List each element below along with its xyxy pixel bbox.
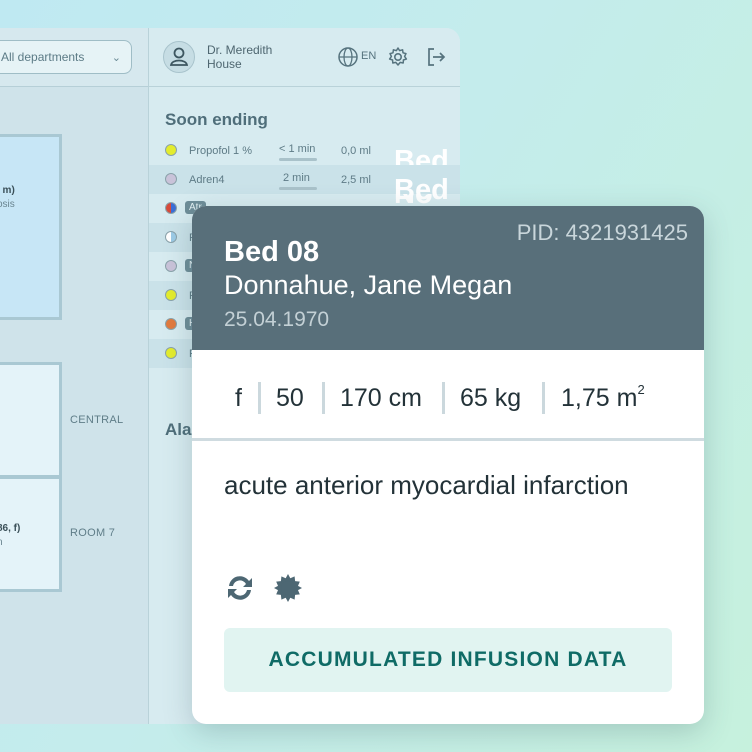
volume: 0,0 ml bbox=[341, 145, 371, 157]
globe-icon bbox=[338, 47, 358, 67]
infusion-row[interactable]: Propofol 1 % < 1 min 0,0 ml Bed No 04 bbox=[149, 136, 460, 243]
department-select-value: All departments bbox=[1, 50, 85, 64]
drug-color-dot bbox=[165, 231, 177, 243]
drug-color-dot bbox=[165, 260, 177, 272]
patient-height: 170 cm bbox=[340, 384, 422, 412]
sync-icon[interactable] bbox=[224, 572, 256, 604]
room-bed-diagnosis: n bbox=[0, 537, 3, 548]
time-remaining-bar bbox=[279, 158, 317, 161]
stat-divider bbox=[542, 382, 545, 414]
drug-color-dot bbox=[165, 347, 177, 359]
patient-age: 50 bbox=[276, 384, 304, 412]
user-bar: Dr. Meredith House EN bbox=[149, 28, 460, 87]
patient-id: PID: 4321931425 bbox=[516, 220, 688, 245]
drug-name: Propofol 1 % bbox=[189, 145, 252, 157]
language-toggle[interactable]: EN bbox=[337, 46, 376, 73]
room-label-central: CENTRAL bbox=[70, 414, 124, 426]
soon-ending-title: Soon ending bbox=[165, 110, 268, 129]
patient-weight: 65 kg bbox=[460, 384, 522, 412]
drug-name: Adren4 bbox=[189, 174, 225, 186]
ward-overview: All departments ⌄ , m) osis 86, f) n CEN… bbox=[0, 28, 148, 724]
user-name: Dr. Meredith House bbox=[207, 43, 273, 71]
room-bed-patient: 86, f) bbox=[0, 523, 21, 534]
infusion-row[interactable]: Adren4 2 min 2,5 ml Bed No 06 bbox=[149, 165, 460, 272]
drug-color-dot bbox=[165, 173, 177, 185]
room-bed-diagnosis: osis bbox=[0, 199, 15, 210]
patient-stats: f 50 170 cm 65 kg 1,75 m2 bbox=[192, 350, 704, 441]
accumulated-infusion-data-button[interactable]: ACCUMULATED INFUSION DATA bbox=[224, 628, 672, 692]
volume: 2,5 ml bbox=[341, 174, 371, 186]
drug-color-dot bbox=[165, 318, 177, 330]
stat-divider bbox=[258, 382, 261, 414]
patient-card-header: PID: 4321931425 Bed 08 Donnahue, Jane Me… bbox=[192, 206, 704, 350]
gear-icon[interactable] bbox=[272, 572, 304, 604]
drug-color-dot bbox=[165, 144, 177, 156]
ward-topbar: All departments ⌄ bbox=[0, 28, 148, 87]
room-bed-card[interactable] bbox=[0, 362, 62, 478]
stat-divider bbox=[442, 382, 445, 414]
user-avatar[interactable] bbox=[163, 41, 195, 73]
drug-color-dot bbox=[165, 202, 177, 214]
patient-sex: f bbox=[235, 384, 242, 412]
time-remaining: 2 min bbox=[283, 172, 310, 184]
room-label-room-7: ROOM 7 bbox=[70, 527, 116, 539]
room-bed-patient: , m) bbox=[0, 185, 15, 196]
bed-title: Bed 08 bbox=[224, 236, 320, 268]
room-bed-card[interactable]: , m) osis bbox=[0, 134, 62, 320]
logout-icon[interactable] bbox=[425, 46, 447, 68]
patient-bsa: 1,75 m2 bbox=[561, 382, 645, 413]
patient-name: Donnahue, Jane Megan bbox=[224, 270, 513, 300]
diagnosis: acute anterior myocardial infarction bbox=[224, 470, 629, 500]
department-select[interactable]: All departments ⌄ bbox=[0, 40, 132, 74]
drug-color-dot bbox=[165, 289, 177, 301]
user-icon bbox=[169, 47, 189, 66]
time-remaining-bar bbox=[279, 187, 317, 190]
patient-card: PID: 4321931425 Bed 08 Donnahue, Jane Me… bbox=[192, 206, 704, 724]
chevron-down-icon: ⌄ bbox=[111, 52, 121, 64]
stat-divider bbox=[322, 382, 325, 414]
language-code: EN bbox=[361, 50, 377, 62]
patient-bsa-value: 1,75 m bbox=[561, 384, 638, 412]
room-bed-card[interactable]: 86, f) n bbox=[0, 476, 62, 592]
patient-bsa-unit-exponent: 2 bbox=[637, 382, 645, 397]
time-remaining: < 1 min bbox=[279, 143, 316, 155]
alarms-title: Ala bbox=[165, 420, 192, 439]
settings-icon[interactable] bbox=[387, 46, 409, 68]
date-of-birth: 25.04.1970 bbox=[224, 308, 330, 331]
